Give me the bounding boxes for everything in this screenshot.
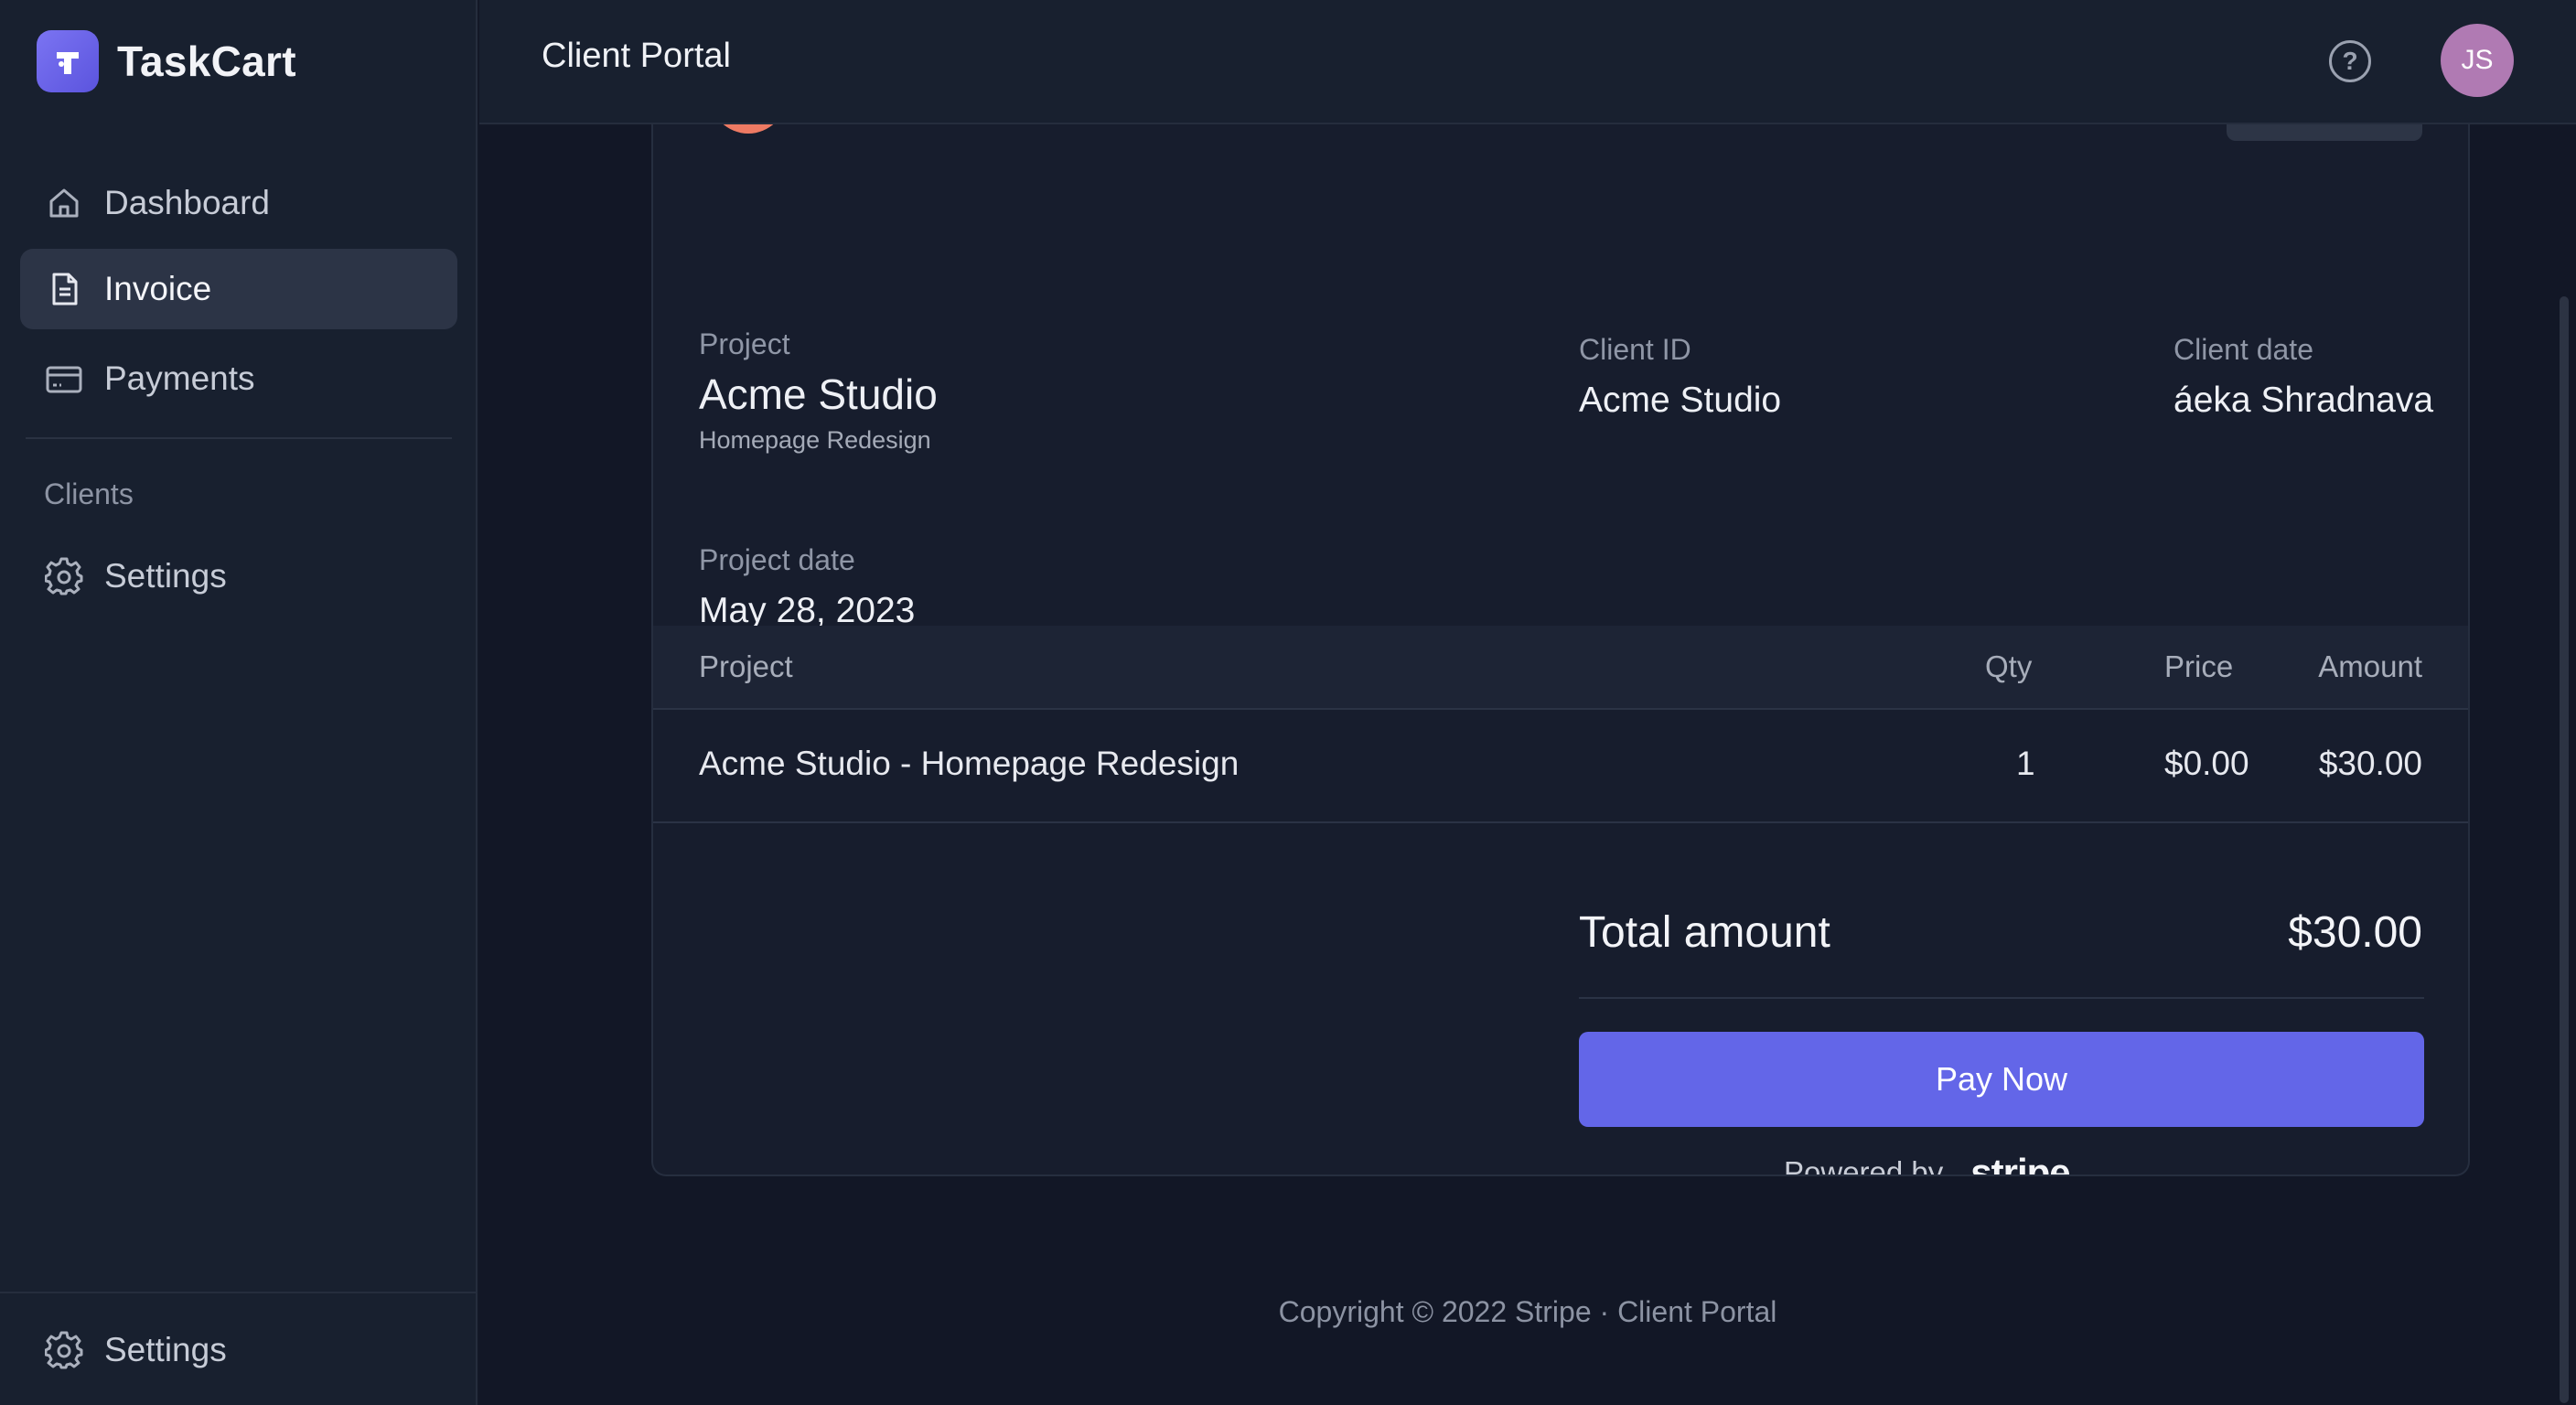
gear-icon	[44, 1330, 84, 1370]
footer: Copyright © 2022 Stripe · Client Portal	[479, 1295, 2576, 1329]
sidebar-item-label: Payments	[104, 359, 255, 397]
client-id-label: Client ID	[1579, 333, 1691, 366]
line-item-amount: $30.00	[2318, 745, 2422, 782]
client-date-value: áeka Shradnava	[2174, 381, 2434, 420]
gear-icon	[44, 556, 84, 596]
powered-by-stripe: Powered by stripe	[1784, 1151, 2071, 1176]
main-content: Project Acme Studio Homepage Redesign Cl…	[479, 90, 2576, 1405]
column-header-project: Project	[699, 649, 793, 683]
line-items-header: Project Qty Price Amount	[653, 626, 2468, 710]
table-row: Acme Studio - Homepage Redesign 1 $0.00 …	[653, 710, 2468, 823]
line-item-price: $0.00	[2164, 745, 2249, 782]
sidebar-bottom-divider	[0, 1292, 478, 1293]
project-date-label: Project date	[699, 543, 855, 576]
total-amount-value: $30.00	[2288, 908, 2422, 957]
invoice-card: Project Acme Studio Homepage Redesign Cl…	[651, 90, 2470, 1176]
avatar[interactable]: JS	[2441, 24, 2514, 97]
home-icon	[44, 183, 84, 223]
sidebar-item-label: Settings	[104, 1331, 227, 1368]
sidebar-item-label: Dashboard	[104, 184, 271, 221]
stripe-logo: stripe	[1970, 1151, 2070, 1176]
taskcart-logo-icon	[37, 30, 99, 92]
sidebar-divider	[26, 437, 452, 439]
project-label: Project	[699, 327, 790, 360]
column-header-qty: Qty	[1985, 649, 2033, 683]
brand[interactable]: TaskCart	[37, 29, 296, 93]
project-subtitle: Homepage Redesign	[699, 426, 931, 454]
document-icon	[44, 269, 84, 309]
sidebar: TaskCart Dashboard Invoice Payments Clie…	[0, 0, 478, 1405]
client-date-label: Client date	[2174, 333, 2313, 366]
top-header: Client Portal ? JS	[479, 0, 2576, 124]
column-header-price: Price	[2164, 649, 2234, 683]
line-item-project: Acme Studio - Homepage Redesign	[699, 745, 1240, 782]
sidebar-item-settings[interactable]: Settings	[20, 536, 457, 617]
column-header-amount: Amount	[2318, 649, 2422, 683]
credit-card-icon	[44, 359, 84, 399]
client-id-value: Acme Studio	[1579, 381, 1782, 420]
brand-name: TaskCart	[117, 38, 296, 85]
total-divider	[1579, 997, 2424, 999]
app-window: TaskCart Dashboard Invoice Payments Clie…	[0, 0, 2576, 1405]
sidebar-item-settings-bottom[interactable]: Settings	[20, 1310, 457, 1390]
total-amount-label: Total amount	[1579, 908, 1830, 957]
sidebar-item-label: Settings	[104, 557, 227, 595]
scrollbar[interactable]	[2560, 296, 2569, 1403]
sidebar-section-clients: Clients	[44, 477, 134, 510]
project-name: Acme Studio	[699, 370, 938, 418]
help-icon[interactable]: ?	[2329, 40, 2371, 82]
line-item-qty: 1	[2016, 745, 2035, 782]
sidebar-item-label: Invoice	[104, 270, 212, 307]
sidebar-item-payments[interactable]: Payments	[20, 338, 457, 419]
pay-now-button[interactable]: Pay Now	[1579, 1032, 2424, 1127]
sidebar-item-invoice[interactable]: Invoice	[20, 249, 457, 329]
powered-by-text: Powered by	[1784, 1155, 1944, 1176]
page-title: Client Portal	[542, 37, 731, 75]
sidebar-item-dashboard[interactable]: Dashboard	[20, 163, 457, 243]
footer-copyright: Copyright © 2022 Stripe · Client Portal	[1278, 1295, 1777, 1328]
